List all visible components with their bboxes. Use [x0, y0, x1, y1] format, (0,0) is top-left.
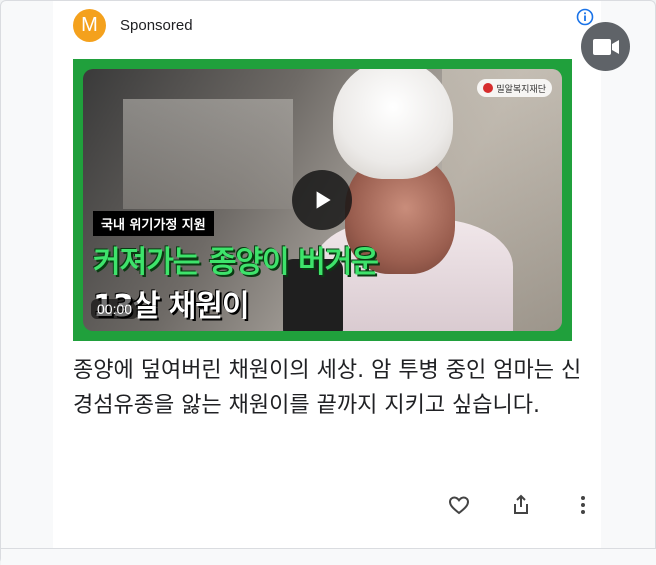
more-vert-icon — [581, 496, 585, 514]
info-icon[interactable] — [575, 7, 595, 27]
advertiser-avatar[interactable]: M — [73, 8, 106, 42]
logo-mark-icon — [483, 83, 494, 93]
logo-text: 밀알복지재단 — [496, 84, 546, 95]
sponsored-label: Sponsored — [120, 16, 193, 34]
play-icon — [316, 191, 331, 209]
headline-line-1: 커져가는 종양이 버거운 — [93, 245, 379, 280]
video-badge — [581, 22, 630, 71]
video-thumbnail[interactable]: 밀알복지재단 국내 위기가정 지원 커져가는 종양이 버거운 13살 채원이 0… — [73, 59, 572, 341]
ad-card: M Sponsored 밀알복지재단 국내 위기가정 지원 커져가는 종양이 버… — [53, 1, 601, 548]
foundation-logo: 밀알복지재단 — [477, 79, 552, 97]
like-button[interactable] — [443, 489, 475, 521]
ad-description[interactable]: 종양에 덮여버린 채원이의 세상. 암 투병 중인 엄마는 신경섬유종을 앓는 … — [73, 353, 583, 423]
bandaged-head — [333, 69, 453, 179]
share-button[interactable] — [505, 489, 537, 521]
next-ad-strip — [1, 548, 656, 565]
caption-label: 국내 위기가정 지원 — [93, 211, 214, 236]
video-camera-icon — [592, 38, 619, 55]
action-bar — [413, 489, 599, 521]
ad-frame: M Sponsored 밀알복지재단 국내 위기가정 지원 커져가는 종양이 버… — [0, 0, 656, 565]
play-button[interactable] — [292, 170, 352, 230]
share-icon — [514, 494, 528, 514]
heart-icon — [448, 496, 470, 515]
background-window — [123, 99, 293, 209]
ad-header: M Sponsored — [73, 8, 193, 42]
avatar-letter: M — [81, 13, 98, 36]
thumbnail-image: 밀알복지재단 국내 위기가정 지원 커져가는 종양이 버거운 13살 채원이 0… — [83, 69, 562, 331]
video-duration: 00:00 — [91, 299, 139, 319]
more-options-button[interactable] — [567, 489, 599, 521]
